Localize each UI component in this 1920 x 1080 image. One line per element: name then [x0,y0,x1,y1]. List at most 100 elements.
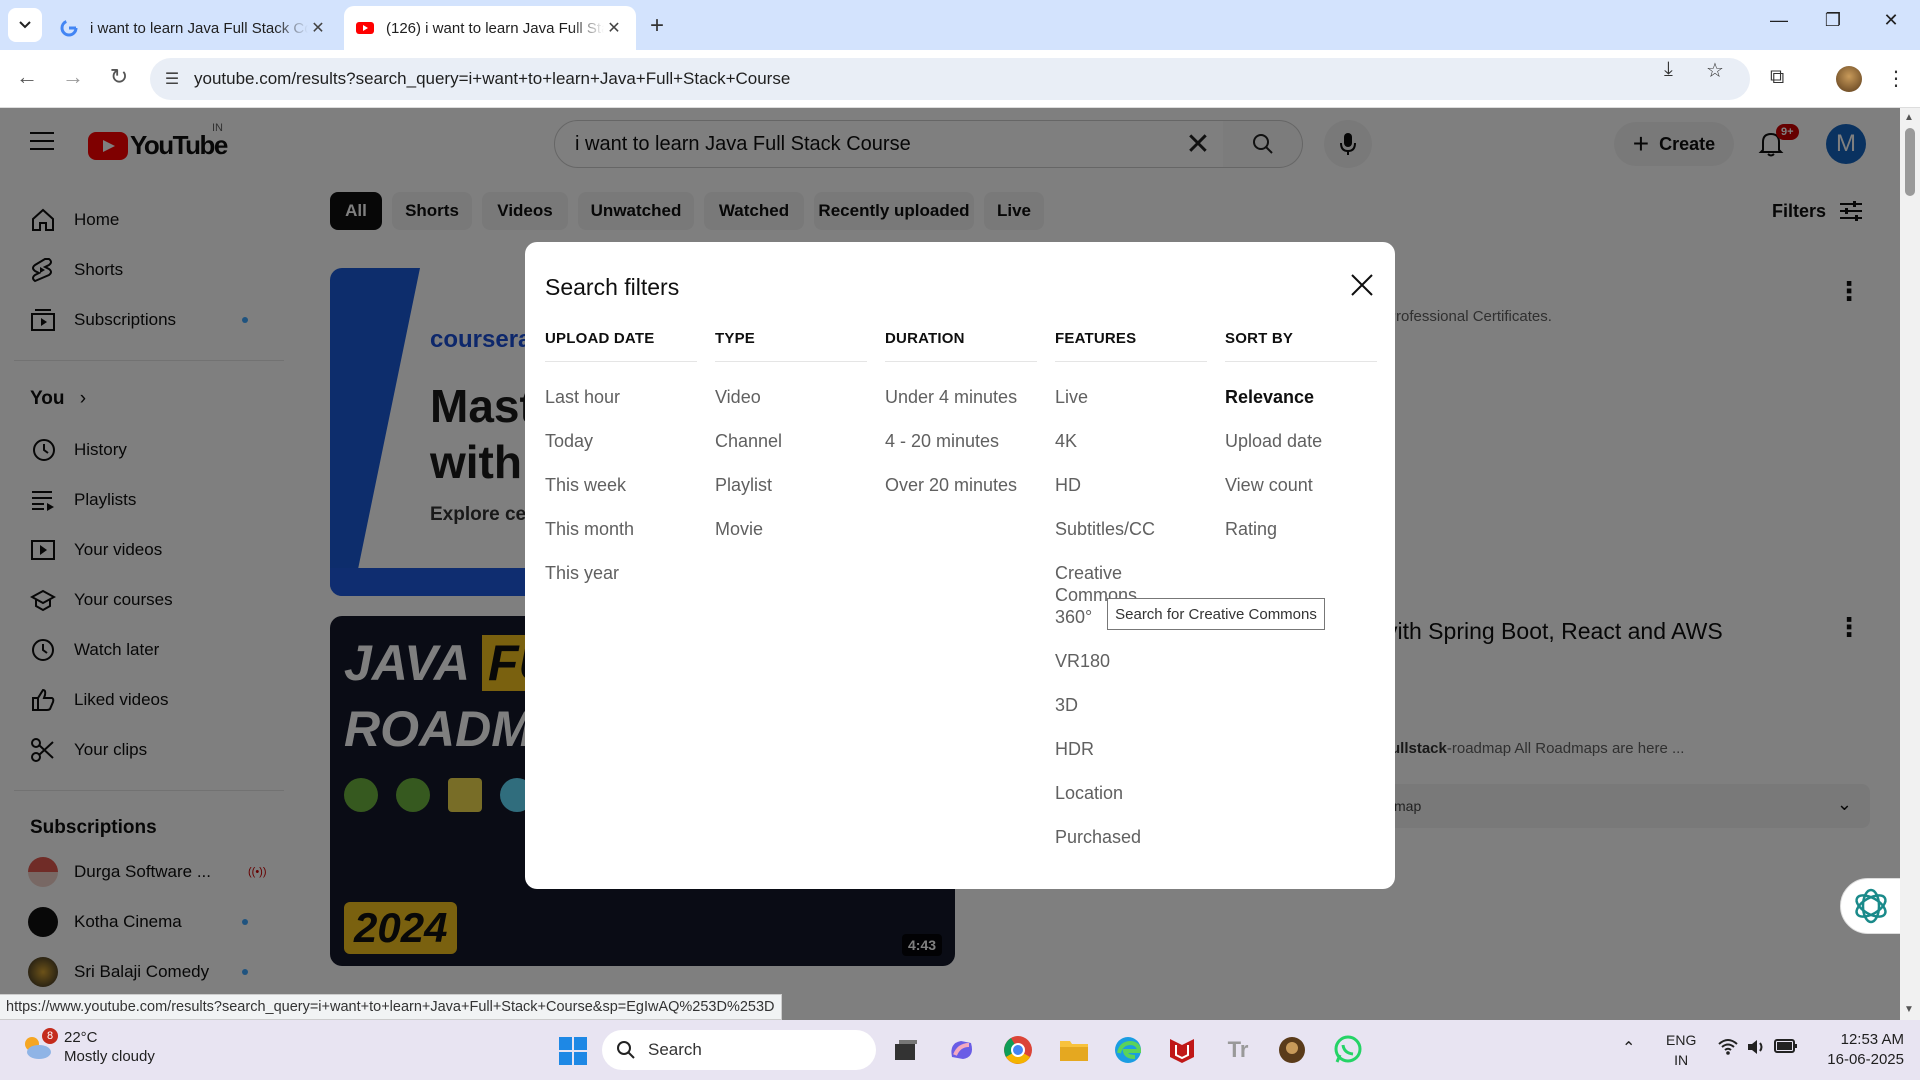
mcafee-icon[interactable] [1164,1032,1200,1068]
filter-option[interactable]: Last hour [545,386,697,430]
filter-option[interactable]: 4 - 20 minutes [885,430,1037,474]
reload-button[interactable]: ↻ [104,64,134,90]
clock-time: 12:53 AM [1840,1031,1904,1048]
tooltip: Search for Creative Commons [1107,598,1325,630]
taskbar-search-placeholder: Search [648,1040,702,1059]
filter-option[interactable]: Movie [715,518,867,562]
address-url: youtube.com/results?search_query=i+want+… [194,69,791,88]
tab-title: i want to learn Java Full Stack Course -… [90,19,308,37]
new-tab-button[interactable]: + [650,12,664,40]
system-clock[interactable]: 12:53 AM 16-06-2025 [1812,1030,1904,1070]
whatsapp-icon[interactable] [1330,1032,1366,1068]
google-icon [60,19,78,37]
chevron-down-icon [19,21,31,29]
filter-column-heading: TYPE [715,330,867,362]
filter-option[interactable]: Under 4 minutes [885,386,1037,430]
extensions-icon[interactable]: ⧉ [1770,66,1784,89]
search-icon [617,1041,635,1059]
filter-column-heading: DURATION [885,330,1037,362]
filter-column-heading: SORT BY [1225,330,1377,362]
address-bar[interactable]: ☰ youtube.com/results?search_query=i+wan… [150,58,1750,100]
tab-youtube[interactable]: (126) i want to learn Java Full Stack Co… [344,6,636,50]
weather-description: Mostly cloudy [64,1048,155,1065]
restore-button[interactable]: ❐ [1818,10,1848,31]
edge-icon[interactable] [1110,1032,1146,1068]
game-app-icon[interactable] [1274,1032,1310,1068]
filter-option[interactable]: View count [1225,474,1377,518]
battery-icon[interactable] [1774,1038,1798,1059]
windows-icon [559,1037,587,1065]
site-info-icon[interactable]: ☰ [150,69,194,89]
close-icon[interactable] [1347,270,1377,300]
browser-tab-strip: i want to learn Java Full Stack Course -… [0,0,1920,50]
filter-option[interactable]: Playlist [715,474,867,518]
copilot-icon[interactable] [944,1032,980,1068]
status-bar-url: https://www.youtube.com/results?search_q… [0,994,782,1020]
bookmark-star-icon[interactable]: ☆ [1706,58,1724,83]
assistant-button[interactable] [1840,878,1902,934]
minimize-button[interactable]: — [1764,10,1794,31]
file-explorer-icon[interactable] [1056,1032,1092,1068]
tab-title: (126) i want to learn Java Full Stack Co… [386,19,604,37]
filter-column-type: TYPE Video Channel Playlist Movie [715,330,867,562]
cloud-icon: 8 [20,1028,58,1064]
filter-option[interactable]: Today [545,430,697,474]
filter-option[interactable]: HD [1055,474,1207,518]
volume-icon[interactable] [1746,1038,1766,1061]
tab-search-button[interactable] [8,8,42,42]
tab-close-icon[interactable]: ✕ [604,18,624,38]
install-app-icon[interactable]: ⤓ [1664,58,1673,81]
back-button[interactable]: ← [12,64,42,90]
chrome-icon[interactable] [1000,1032,1036,1068]
browser-toolbar: ← → ↻ ☰ youtube.com/results?search_query… [0,50,1920,108]
filter-option-selected[interactable]: Relevance [1225,386,1377,430]
filter-option[interactable]: 3D [1055,694,1207,738]
filter-option[interactable]: This year [545,562,697,606]
filter-option[interactable]: Rating [1225,518,1377,562]
window-close-button[interactable]: ✕ [1876,10,1906,31]
weather-temperature: 22°C [64,1029,98,1046]
filter-option[interactable]: Location [1055,782,1207,826]
filter-column-heading: UPLOAD DATE [545,330,697,362]
filter-option[interactable]: This week [545,474,697,518]
filter-option[interactable]: HDR [1055,738,1207,782]
filter-option[interactable]: Video [715,386,867,430]
filter-column-heading: FEATURES [1055,330,1207,362]
scroll-down-icon[interactable]: ▼ [1904,1004,1914,1015]
taskbar-search[interactable]: Search [602,1030,876,1070]
scrollbar-thumb[interactable] [1905,128,1915,196]
filter-column-duration: DURATION Under 4 minutes 4 - 20 minutes … [885,330,1037,518]
filter-option[interactable]: Subtitles/CC [1055,518,1207,562]
tab-google-search[interactable]: i want to learn Java Full Stack Course -… [48,6,340,50]
forward-button[interactable]: → [58,64,88,90]
weather-badge: 8 [42,1028,58,1044]
dialog-title: Search filters [545,274,680,300]
show-hidden-icons[interactable]: ⌃ [1622,1038,1635,1058]
browser-profile-avatar[interactable] [1836,66,1862,92]
filter-option[interactable]: Purchased [1055,826,1207,870]
wifi-icon[interactable] [1718,1038,1738,1061]
page-scrollbar[interactable]: ▲ ▼ [1900,108,1920,1020]
language-indicator[interactable]: ENG IN [1666,1030,1696,1070]
filter-option[interactable]: This month [545,518,697,562]
filter-column-sort-by: SORT BY Relevance Upload date View count… [1225,330,1377,562]
weather-widget[interactable]: 8 22°C Mostly cloudy [20,1028,155,1066]
clock-date: 16-06-2025 [1827,1051,1904,1068]
start-button[interactable] [558,1036,588,1071]
search-filters-dialog: Search filters UPLOAD DATE Last hour Tod… [525,242,1395,889]
browser-menu-icon[interactable]: ⋮ [1886,66,1906,91]
filter-option[interactable]: 4K [1055,430,1207,474]
region-code: IN [1674,1052,1689,1068]
filter-option[interactable]: Channel [715,430,867,474]
task-view-icon[interactable] [888,1032,924,1068]
scroll-up-icon[interactable]: ▲ [1904,112,1914,123]
filter-option[interactable]: Over 20 minutes [885,474,1037,518]
language-code: ENG [1666,1032,1697,1048]
filter-option[interactable]: Upload date [1225,430,1377,474]
windows-taskbar: 8 22°C Mostly cloudy Search Tr ⌃ ENG IN … [0,1020,1920,1080]
filter-option[interactable]: VR180 [1055,650,1207,694]
filter-option[interactable]: Live [1055,386,1207,430]
text-app-icon[interactable]: Tr [1220,1032,1256,1068]
tab-close-icon[interactable]: ✕ [308,18,328,38]
filter-column-upload-date: UPLOAD DATE Last hour Today This week Th… [545,330,697,606]
